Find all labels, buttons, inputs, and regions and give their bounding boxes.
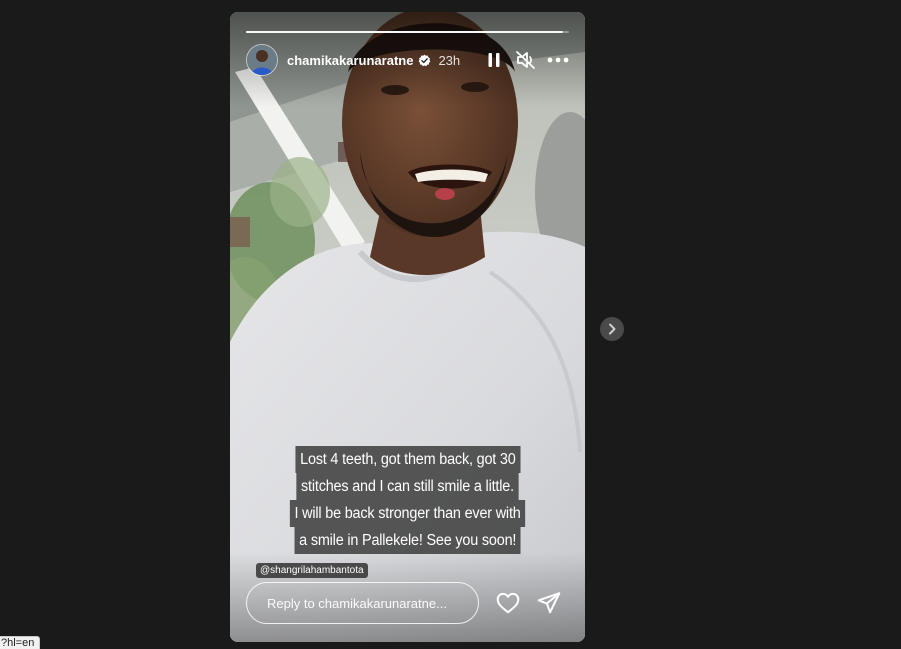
heart-icon (496, 592, 520, 614)
paper-plane-icon (537, 592, 561, 614)
more-options-icon (547, 57, 569, 63)
next-story-button[interactable] (600, 317, 624, 341)
caption-line: Lost 4 teeth, got them back, got 30 (295, 446, 520, 473)
story-progress-track (246, 31, 569, 33)
chevron-right-icon (609, 323, 616, 335)
caption-line: stitches and I can still smile a little. (296, 473, 519, 500)
story-progress-fill (246, 31, 563, 33)
story-caption: Lost 4 teeth, got them back, got 30 stit… (230, 446, 585, 554)
reply-input[interactable] (246, 582, 479, 624)
like-button[interactable] (495, 590, 521, 616)
mention-sticker[interactable]: @shangrilahambantota (256, 563, 368, 578)
story-viewer[interactable]: chamikakarunaratne 23h Lost 4 teeth, got… (230, 12, 585, 642)
avatar[interactable] (246, 44, 278, 76)
mute-button[interactable] (515, 49, 537, 71)
caption-line: I will be back stronger than ever with (289, 500, 526, 527)
status-bar-url: ?hl=en (0, 636, 41, 649)
pause-icon (488, 53, 500, 67)
verified-badge-icon (419, 54, 431, 66)
username-link[interactable]: chamikakarunaratne (287, 53, 413, 68)
page: chamikakarunaratne 23h Lost 4 teeth, got… (0, 0, 901, 649)
story-timestamp: 23h (438, 52, 461, 68)
more-options-button[interactable] (547, 49, 569, 71)
share-button[interactable] (536, 590, 562, 616)
pause-button[interactable] (483, 49, 505, 71)
avatar-image (247, 45, 277, 75)
caption-line: a smile in Pallekele! See you soon! (294, 527, 521, 554)
story-header: chamikakarunaratne 23h (246, 44, 569, 76)
speaker-muted-icon (516, 51, 535, 69)
